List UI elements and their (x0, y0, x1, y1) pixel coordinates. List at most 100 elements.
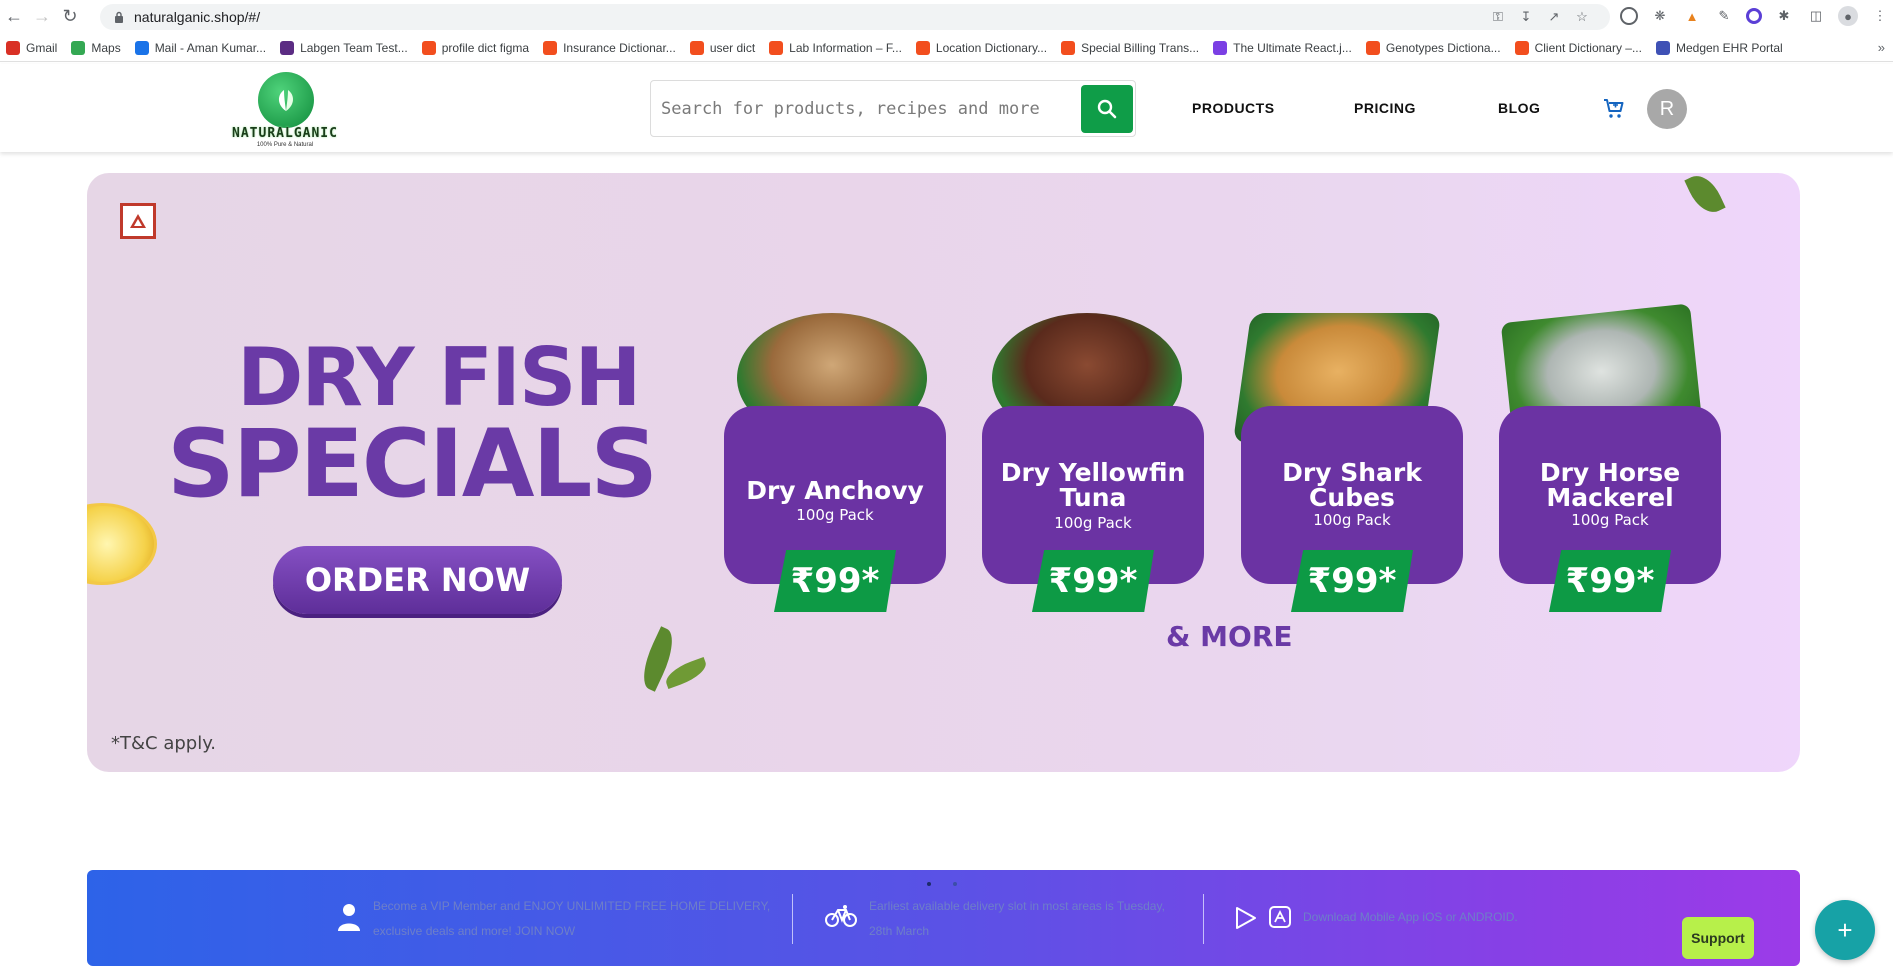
share-icon[interactable]: ↗ (1546, 9, 1562, 25)
search-icon (1097, 99, 1117, 119)
metamask-icon[interactable]: ▲ (1682, 6, 1702, 26)
bookmark-item[interactable]: Lab Information – F... (769, 40, 902, 55)
hero-banner[interactable]: DRY FISH SPECIALS ORDER NOW *T&C apply. … (87, 173, 1800, 772)
extension-pen-icon[interactable]: ✎ (1714, 6, 1734, 26)
divider (1203, 894, 1204, 944)
order-now-button[interactable]: ORDER NOW (273, 546, 562, 614)
product-name: Dry Horse Mackerel (1539, 458, 1681, 512)
bookmark-label: Labgen Team Test... (300, 40, 408, 55)
bookmark-item[interactable]: profile dict figma (421, 40, 530, 55)
bookmark-label: Client Dictionary –... (1534, 40, 1642, 55)
bookmark-favicon-icon (769, 40, 784, 55)
bookmark-item[interactable]: Client Dictionary –... (1514, 40, 1642, 55)
bookmark-label: Medgen EHR Portal (1675, 40, 1783, 55)
leaf-decoration (662, 657, 710, 689)
profile-icon[interactable]: ● (1838, 6, 1858, 26)
bookmarks-overflow-icon[interactable]: » (1878, 40, 1885, 55)
plus-fab-button[interactable]: + (1815, 900, 1875, 960)
user-avatar[interactable]: R (1647, 89, 1687, 129)
app-download-text[interactable]: Download Mobile App iOS or ANDROID. (1303, 906, 1518, 928)
nav-pricing[interactable]: PRICING (1354, 100, 1416, 116)
bookmarks-bar: Gmail Maps Mail - Aman Kumar... Labgen Team… (0, 34, 1893, 62)
product-name: Dry Yellowfin Tuna (1000, 458, 1186, 512)
bookmark-item[interactable]: Maps (71, 40, 121, 55)
site-logo[interactable]: NATURALGANIC 100% Pure & Natural (210, 72, 360, 150)
delivery-info: Earliest available delivery slot in most… (825, 894, 1165, 944)
bookmark-item[interactable]: Location Dictionary... (915, 40, 1048, 55)
brand-triangle-icon (120, 203, 156, 239)
reload-icon[interactable]: ↻ (56, 2, 84, 30)
bookmark-favicon-icon (1365, 40, 1380, 55)
side-panel-icon[interactable]: ◫ (1806, 6, 1826, 26)
logo-wordmark: NATURALGANIC (232, 126, 338, 141)
delivery-line1: Earliest available delivery slot in most… (869, 899, 1165, 913)
bookmark-favicon-icon (543, 40, 558, 55)
install-icon[interactable]: ↧ (1518, 9, 1534, 25)
lemon-image (87, 503, 157, 585)
search-input[interactable] (661, 81, 1066, 136)
carousel-dots[interactable] (927, 882, 957, 886)
bookmark-favicon-icon (421, 40, 436, 55)
carousel-dot[interactable] (927, 882, 931, 886)
browser-toolbar: ← → ↻ naturalganic.shop/#/ ⚿ ↧ ↗ ☆ ❋ ▲ ✎… (0, 0, 1893, 32)
bookmark-label: Special Billing Trans... (1081, 40, 1200, 55)
bookmark-favicon-icon (1655, 40, 1670, 55)
app-download-info[interactable]: Download Mobile App iOS or ANDROID. (1235, 906, 1518, 930)
bookmark-favicon-icon (6, 40, 20, 55)
delivery-line2: 28th March (869, 924, 930, 938)
support-button[interactable]: Support (1682, 917, 1754, 959)
cart-icon[interactable] (1602, 96, 1626, 120)
google-play-icon[interactable] (1235, 906, 1257, 930)
nav-blog[interactable]: BLOG (1498, 100, 1540, 116)
terms-note: *T&C apply. (111, 733, 217, 754)
extensions-puzzle-icon[interactable]: ✱ (1774, 6, 1794, 26)
bookmark-label: The Ultimate React.j... (1233, 40, 1352, 55)
extension-bug-icon[interactable]: ❋ (1650, 6, 1670, 26)
nav-products[interactable]: PRODUCTS (1192, 100, 1275, 116)
bookmark-favicon-icon (71, 40, 86, 55)
search-button[interactable] (1081, 85, 1133, 133)
bookmark-item[interactable]: Labgen Team Test... (280, 40, 408, 55)
product-name: Dry Shark Cubes (1282, 458, 1422, 512)
bookmark-item[interactable]: user dict (689, 40, 756, 55)
product-pack: 100g Pack (1054, 514, 1132, 532)
bookmark-label: Lab Information – F... (789, 40, 902, 55)
vip-line1: Become a VIP Member and ENJOY UNLIMITED … (373, 899, 771, 913)
menu-dots-icon[interactable]: ⋮ (1870, 6, 1890, 26)
back-arrow-icon[interactable]: ← (0, 2, 28, 30)
price-tag: ₹99* (774, 550, 896, 612)
bookmark-favicon-icon (1061, 40, 1076, 55)
bookmark-label: profile dict figma (441, 40, 530, 55)
bookmark-label: Genotypes Dictiona... (1385, 40, 1501, 55)
vip-line2[interactable]: exclusive deals and more! JOIN NOW (373, 919, 770, 944)
vip-info[interactable]: Become a VIP Member and ENJOY UNLIMITED … (337, 894, 770, 944)
info-bar: Become a VIP Member and ENJOY UNLIMITED … (87, 870, 1800, 966)
bookmark-item[interactable]: Mail - Aman Kumar... (134, 40, 267, 55)
bookmark-label: Gmail (26, 40, 58, 55)
forward-arrow-icon[interactable]: → (28, 2, 56, 30)
product-pack: 100g Pack (796, 506, 874, 524)
leaf-decoration (1684, 173, 1726, 219)
bookmark-favicon-icon (1514, 40, 1529, 55)
bookmark-label: Mail - Aman Kumar... (154, 40, 267, 55)
bookmark-favicon-icon (689, 40, 704, 55)
app-store-icon[interactable] (1269, 906, 1291, 928)
bookmark-favicon-icon (134, 40, 149, 55)
bookmark-item[interactable]: Insurance Dictionar... (543, 40, 676, 55)
bookmark-item[interactable]: Special Billing Trans... (1061, 40, 1200, 55)
carousel-dot[interactable] (953, 882, 957, 886)
bookmark-item[interactable]: Medgen EHR Portal (1655, 40, 1783, 55)
key-icon[interactable]: ⚿ (1490, 9, 1506, 25)
bookmark-label: Location Dictionary... (935, 40, 1048, 55)
logo-tagline: 100% Pure & Natural (256, 142, 314, 148)
bookmark-item[interactable]: Gmail (6, 40, 58, 55)
bookmark-item[interactable]: Genotypes Dictiona... (1365, 40, 1501, 55)
extension-circle-icon[interactable] (1620, 7, 1638, 25)
hero-title-line2: SPECIALS (167, 410, 658, 519)
bookmark-label: user dict (709, 40, 756, 55)
address-bar[interactable]: naturalganic.shop/#/ ⚿ ↧ ↗ ☆ (100, 4, 1610, 30)
bookmark-item[interactable]: The Ultimate React.j... (1213, 40, 1352, 55)
lock-icon (112, 10, 126, 24)
extension-ring-icon[interactable] (1746, 8, 1762, 24)
star-icon[interactable]: ☆ (1574, 9, 1590, 25)
